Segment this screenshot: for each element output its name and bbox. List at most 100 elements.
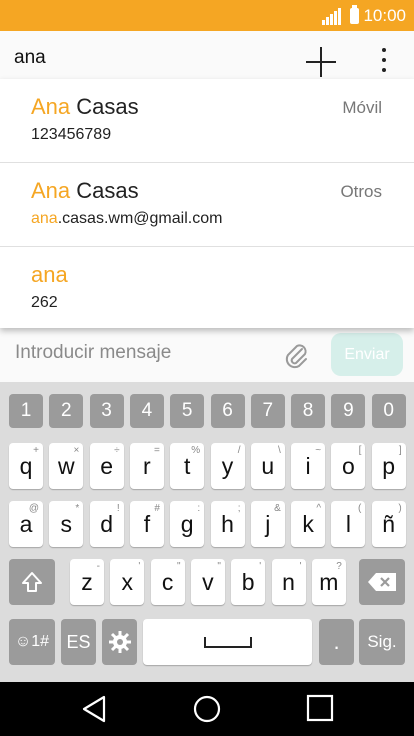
key-label: e bbox=[100, 452, 113, 479]
key-hint: ; bbox=[237, 503, 241, 514]
key-hint: - bbox=[96, 561, 100, 572]
key-hint: / bbox=[237, 445, 241, 456]
letter-key-r[interactable]: r = bbox=[129, 443, 164, 489]
plus-icon[interactable] bbox=[306, 47, 336, 77]
letter-key-t[interactable]: t% bbox=[170, 443, 205, 489]
key-hint: % bbox=[191, 445, 201, 456]
key-hint: ( bbox=[358, 503, 362, 514]
letter-key-z[interactable]: z- bbox=[70, 559, 104, 605]
letter-key-k[interactable]: k ^ bbox=[291, 501, 326, 547]
letter-key-b[interactable]: b ' bbox=[231, 559, 266, 605]
letter-key-d[interactable]: d! bbox=[89, 501, 124, 547]
letter-key-l[interactable]: l( bbox=[331, 501, 366, 547]
key-label: f bbox=[143, 510, 151, 537]
back-icon[interactable] bbox=[80, 694, 110, 724]
more-vert-icon[interactable] bbox=[377, 45, 391, 75]
period-key[interactable]: . bbox=[319, 619, 354, 665]
key-label: 0 bbox=[383, 400, 394, 421]
key-label: 7 bbox=[262, 400, 274, 421]
letter-key-h[interactable]: h; bbox=[210, 501, 245, 547]
battery-icon bbox=[350, 5, 360, 24]
letter-key-ñ[interactable]: ñ) bbox=[371, 501, 406, 547]
key-label: 1 bbox=[20, 400, 32, 421]
letter-key-o[interactable]: o[ bbox=[331, 443, 366, 489]
space-key[interactable] bbox=[143, 619, 312, 665]
key-label: r bbox=[143, 452, 151, 479]
number-key-3[interactable]: 3 bbox=[89, 394, 124, 428]
letter-key-c[interactable]: c " bbox=[150, 559, 185, 605]
key-hint: ? bbox=[336, 561, 342, 572]
letter-key-g[interactable]: g: bbox=[170, 501, 205, 547]
number-key-0[interactable]: 0 bbox=[371, 394, 406, 428]
status-time: 10:00 bbox=[363, 6, 406, 25]
status-bar: 10:00 bbox=[0, 0, 414, 31]
key-hint: ' bbox=[299, 561, 302, 572]
key-hint: + bbox=[33, 445, 39, 456]
send-button[interactable]: Enviar bbox=[331, 333, 403, 376]
letter-key-x[interactable]: x ' bbox=[110, 559, 145, 605]
number-key-6[interactable]: 6 bbox=[210, 394, 245, 428]
key-label: v bbox=[202, 568, 214, 595]
key-label: m bbox=[319, 568, 339, 595]
key-hint: × bbox=[73, 445, 80, 456]
number-key-5[interactable]: 5 bbox=[170, 394, 205, 428]
key-label: p bbox=[382, 452, 396, 479]
letter-key-n[interactable]: n ' bbox=[271, 559, 306, 605]
signal-icon bbox=[322, 7, 342, 25]
emoji-symbols-key[interactable]: ☺1# bbox=[9, 619, 55, 665]
key-label: 4 bbox=[141, 400, 153, 421]
backspace-key[interactable] bbox=[359, 559, 405, 605]
letter-key-a[interactable]: a @ bbox=[9, 501, 43, 547]
suggestion-item[interactable]: ana 262 bbox=[0, 247, 414, 330]
key-label: 2 bbox=[61, 400, 72, 421]
letter-key-e[interactable]: e ÷ bbox=[89, 443, 124, 489]
key-label: k bbox=[302, 510, 314, 537]
number-key-2[interactable]: 2 bbox=[49, 394, 84, 428]
letter-key-m[interactable]: m? bbox=[311, 559, 346, 605]
key-hint: # bbox=[154, 503, 160, 514]
paperclip-icon[interactable] bbox=[282, 340, 310, 370]
language-key[interactable]: ES bbox=[61, 619, 96, 665]
key-label: 3 bbox=[101, 400, 112, 421]
key-label: q bbox=[19, 452, 33, 479]
letter-key-s[interactable]: s * bbox=[49, 501, 84, 547]
letter-key-v[interactable]: v " bbox=[190, 559, 225, 605]
key-label: 8 bbox=[302, 400, 314, 421]
key-label: d bbox=[100, 510, 113, 537]
key-label: n bbox=[282, 568, 295, 595]
suggestion-item[interactable]: Ana Casas 123456789 Móvil bbox=[0, 79, 414, 163]
next-key[interactable]: Sig. bbox=[359, 619, 405, 665]
key-hint: & bbox=[274, 503, 281, 514]
number-key-1[interactable]: 1 bbox=[9, 394, 43, 428]
letter-key-p[interactable]: p] bbox=[371, 443, 406, 489]
key-hint: @ bbox=[28, 503, 39, 514]
number-key-9[interactable]: 9 bbox=[331, 394, 366, 428]
letter-key-w[interactable]: w × bbox=[49, 443, 84, 489]
letter-key-y[interactable]: y / bbox=[210, 443, 245, 489]
key-label: t bbox=[183, 452, 191, 479]
recent-apps-icon[interactable] bbox=[306, 694, 334, 722]
key-hint: " bbox=[217, 561, 221, 572]
suggestion-detail: 262 bbox=[31, 294, 58, 311]
key-hint: ÷ bbox=[114, 445, 120, 456]
suggestion-type: Otros bbox=[340, 182, 382, 201]
shift-key[interactable] bbox=[9, 559, 55, 605]
key-label: j bbox=[265, 510, 271, 537]
key-hint: " bbox=[177, 561, 181, 572]
message-input[interactable]: Introducir mensaje bbox=[15, 342, 171, 364]
recipient-input[interactable]: ana bbox=[14, 47, 274, 69]
letter-key-i[interactable]: i ~ bbox=[291, 443, 326, 489]
number-key-8[interactable]: 8 bbox=[291, 394, 326, 428]
number-key-4[interactable]: 4 bbox=[129, 394, 164, 428]
letter-key-f[interactable]: f # bbox=[129, 501, 164, 547]
key-label: b bbox=[241, 568, 255, 595]
letter-key-q[interactable]: q + bbox=[9, 443, 43, 489]
key-label: w bbox=[57, 452, 75, 479]
number-key-7[interactable]: 7 bbox=[250, 394, 285, 428]
home-icon[interactable] bbox=[192, 694, 222, 724]
letter-key-j[interactable]: j & bbox=[250, 501, 285, 547]
letter-key-u[interactable]: u \ bbox=[250, 443, 285, 489]
suggestion-item[interactable]: Ana Casas ana.casas.wm@gmail.com Otros bbox=[0, 163, 414, 247]
key-label: h bbox=[221, 510, 234, 537]
settings-key[interactable] bbox=[102, 619, 137, 665]
